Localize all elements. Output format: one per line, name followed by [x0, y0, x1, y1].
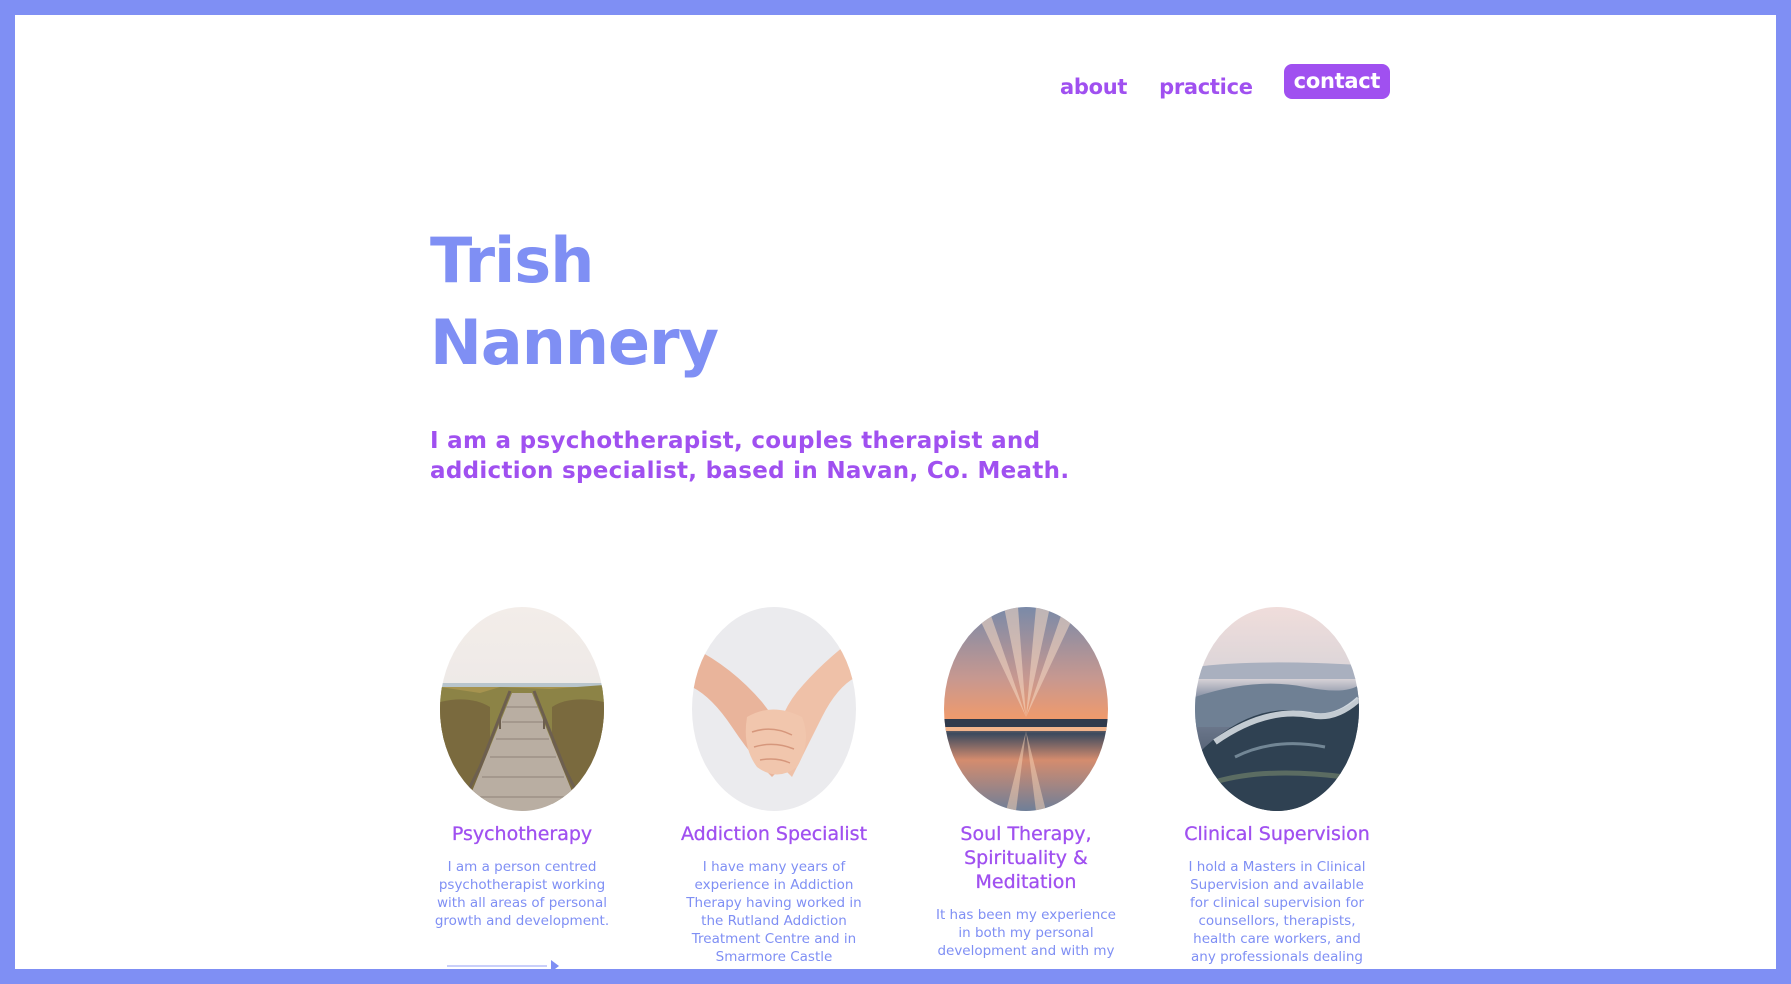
boardwalk-image: [440, 607, 604, 811]
service-title: Addiction Specialist: [680, 823, 868, 845]
service-card-clinical-supervision[interactable]: Clinical Supervision I hold a Masters in…: [1182, 607, 1372, 966]
sunset-image: [944, 607, 1108, 811]
ocean-wave-image: [1195, 607, 1359, 811]
service-description: I am a person centred psychotherapist wo…: [434, 859, 610, 929]
holding-hands-image: [692, 607, 856, 811]
service-title: Clinical Supervision: [1184, 823, 1370, 845]
nav-contact-button[interactable]: contact: [1283, 63, 1391, 99]
title-first-name: Trish: [430, 224, 594, 297]
nav-about-link[interactable]: about: [1060, 75, 1127, 99]
read-more-underline: [447, 965, 547, 967]
service-title: Soul Therapy, Spirituality & Meditation: [960, 823, 1092, 893]
arrow-right-icon: [551, 960, 559, 969]
service-card-soul-therapy[interactable]: Soul Therapy, Spirituality & Meditation …: [931, 607, 1121, 960]
nav-practice-link[interactable]: practice: [1159, 75, 1253, 99]
service-title: Psychotherapy: [451, 823, 593, 845]
page-title: Trish Nannery: [430, 220, 719, 384]
service-description: I hold a Masters in Clinical Supervision…: [1188, 859, 1366, 965]
service-description: It has been my experience in both my per…: [935, 907, 1116, 959]
main-nav: about practice contact: [1060, 63, 1391, 99]
service-card-psychotherapy[interactable]: Psychotherapy I am a person centred psyc…: [427, 607, 617, 969]
page-frame: about practice contact Trish Nannery I a…: [15, 15, 1776, 969]
service-card-addiction[interactable]: Addiction Specialist I have many years o…: [679, 607, 869, 969]
services-grid: Psychotherapy I am a person centred psyc…: [430, 607, 1430, 969]
read-more-link[interactable]: [427, 958, 617, 969]
hero-tagline: I am a psychotherapist, couples therapis…: [430, 428, 1070, 484]
title-last-name: Nannery: [430, 306, 719, 379]
service-description: I have many years of experience in Addic…: [686, 859, 862, 969]
